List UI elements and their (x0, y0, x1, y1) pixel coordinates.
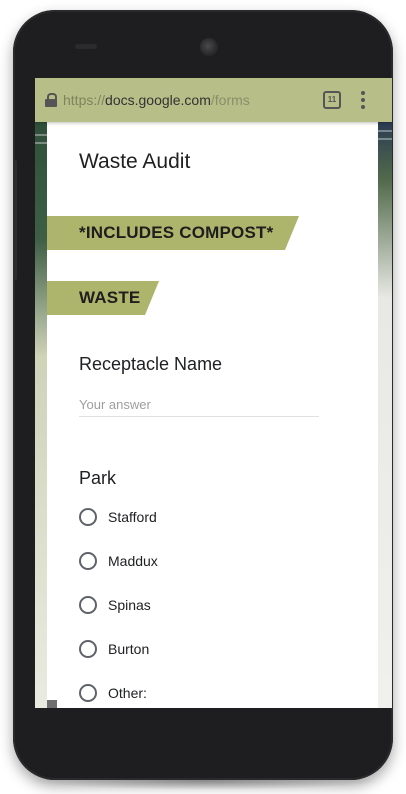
radio-option-other[interactable]: Other: (79, 682, 147, 704)
section-banner-label: *INCLUDES COMPOST* (79, 223, 274, 242)
phone-speaker (75, 44, 97, 49)
form-title: Waste Audit (79, 150, 191, 173)
browser-url-bar[interactable]: https://docs.google.com/forms 11 (35, 78, 392, 122)
menu-icon[interactable] (361, 91, 365, 109)
phone-screen: https://docs.google.com/forms 11 Waste A… (35, 78, 392, 708)
radio-label: Stafford (108, 509, 157, 525)
phone-side-button (13, 160, 17, 280)
radio-label: Maddux (108, 553, 158, 569)
form-background-right (378, 122, 392, 708)
radio-circle-icon[interactable] (79, 508, 97, 526)
section-banner-label: WASTE (79, 288, 141, 307)
radio-option-burton[interactable]: Burton (79, 638, 149, 660)
radio-label: Spinas (108, 597, 151, 613)
radio-option-maddux[interactable]: Maddux (79, 550, 158, 572)
phone-camera (200, 38, 218, 56)
question-title-park: Park (79, 468, 117, 488)
section-banner-compost: *INCLUDES COMPOST* (47, 216, 299, 250)
radio-option-stafford[interactable]: Stafford (79, 506, 157, 528)
receptacle-name-input[interactable] (79, 392, 319, 417)
radio-circle-icon[interactable] (79, 552, 97, 570)
tabs-icon[interactable]: 11 (323, 91, 341, 109)
scroll-marker (47, 700, 57, 708)
radio-circle-icon[interactable] (79, 640, 97, 658)
radio-circle-icon[interactable] (79, 684, 97, 702)
url-host: docs.google.com (105, 92, 211, 108)
radio-option-spinas[interactable]: Spinas (79, 594, 151, 616)
radio-label: Burton (108, 641, 150, 657)
url-text[interactable]: https://docs.google.com/forms (63, 92, 303, 108)
url-scheme: https:// (63, 92, 106, 108)
form-background-left (35, 122, 47, 708)
url-path: /forms (210, 92, 250, 108)
form-card: Waste Audit *INCLUDES COMPOST* WASTE Rec… (47, 122, 378, 708)
radio-label: Other: (108, 685, 147, 701)
section-banner-waste: WASTE (47, 281, 159, 315)
question-title-receptacle: Receptacle Name (79, 354, 223, 374)
radio-circle-icon[interactable] (79, 596, 97, 614)
lock-icon (45, 93, 57, 107)
